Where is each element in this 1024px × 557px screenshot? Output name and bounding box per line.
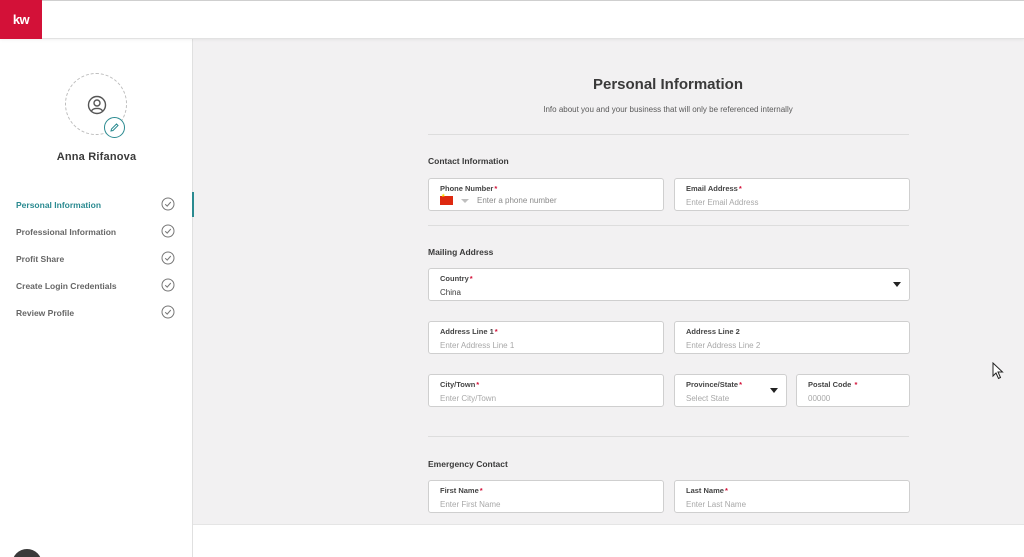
check-circle-icon — [161, 278, 175, 292]
field-label: Phone Number* — [440, 184, 498, 193]
sidebar-item-personal-information[interactable]: Personal Information — [0, 191, 194, 218]
address-line-1-field[interactable]: Address Line 1* Enter Address Line 1 — [428, 321, 664, 354]
sidebar-item-profit-share[interactable]: Profit Share — [0, 245, 193, 272]
main-content: Personal Information Info about you and … — [193, 39, 1024, 524]
section-title-mailing: Mailing Address — [428, 247, 494, 257]
pencil-icon — [110, 123, 119, 132]
section-title-emergency: Emergency Contact — [428, 459, 508, 469]
city-town-input[interactable]: Enter City/Town — [440, 394, 496, 403]
chevron-down-icon[interactable] — [461, 199, 469, 203]
last-name-input[interactable]: Enter Last Name — [686, 500, 746, 509]
country-value: China — [440, 288, 461, 297]
footer-bar — [193, 524, 1024, 557]
field-label: Address Line 2 — [686, 327, 740, 336]
edit-avatar-button[interactable] — [104, 117, 125, 138]
sidebar-item-review-profile[interactable]: Review Profile — [0, 299, 193, 326]
field-label: First Name* — [440, 486, 483, 495]
chevron-down-icon — [770, 388, 778, 393]
page-subtitle: Info about you and your business that wi… — [543, 105, 793, 114]
sidebar-item-label: Review Profile — [16, 307, 75, 318]
field-label: Email Address* — [686, 184, 742, 193]
top-bar: kw — [0, 0, 1024, 39]
address-line-2-input[interactable]: Enter Address Line 2 — [686, 341, 760, 350]
divider — [428, 436, 909, 437]
first-name-field[interactable]: First Name* Enter First Name — [428, 480, 664, 513]
last-name-field[interactable]: Last Name* Enter Last Name — [674, 480, 910, 513]
sidebar-item-label: Professional Information — [16, 226, 117, 237]
logo-text: kw — [12, 12, 30, 27]
page-title: Personal Information — [592, 76, 744, 93]
check-circle-icon — [161, 251, 175, 265]
email-address-field[interactable]: Email Address* Enter Email Address — [674, 178, 910, 211]
phone-number-field[interactable]: Phone Number* Enter a phone number — [428, 178, 664, 211]
divider — [428, 225, 909, 226]
first-name-input[interactable]: Enter First Name — [440, 500, 500, 509]
field-label: Country* — [440, 274, 473, 283]
check-circle-icon — [161, 224, 175, 238]
field-label: Province/State* — [686, 380, 743, 389]
phone-number-input[interactable]: Enter a phone number — [477, 196, 557, 205]
sidebar-item-label: Create Login Credentials — [16, 280, 117, 291]
sidebar-nav: Personal Information Professional Inform… — [0, 191, 194, 326]
user-icon — [87, 95, 107, 115]
address-line-2-field[interactable]: Address Line 2 Enter Address Line 2 — [674, 321, 910, 354]
province-state-select[interactable]: Province/State* Select State — [674, 374, 787, 407]
china-flag-icon[interactable] — [440, 193, 453, 205]
user-name: Anna Rifanova — [56, 151, 137, 163]
postal-code-input[interactable]: 00000 — [808, 394, 830, 403]
divider — [428, 134, 909, 135]
check-circle-icon — [161, 305, 175, 319]
sidebar-item-create-login-credentials[interactable]: Create Login Credentials — [0, 272, 193, 299]
field-label: Last Name* — [686, 486, 728, 495]
section-title-contact: Contact Information — [428, 156, 509, 166]
field-label: Postal Code * — [808, 380, 858, 389]
sidebar-item-label: Personal Information — [16, 199, 102, 210]
check-circle-icon — [161, 197, 175, 211]
field-label: Address Line 1* — [440, 327, 498, 336]
sidebar-item-label: Profit Share — [16, 253, 65, 264]
address-line-1-input[interactable]: Enter Address Line 1 — [440, 341, 514, 350]
mouse-cursor-icon — [992, 362, 1004, 380]
field-label: City/Town* — [440, 380, 480, 389]
province-state-value: Select State — [686, 394, 730, 403]
postal-code-field[interactable]: Postal Code * 00000 — [796, 374, 910, 407]
country-select[interactable]: Country* China — [428, 268, 910, 301]
kw-logo[interactable]: kw — [0, 0, 42, 39]
city-town-field[interactable]: City/Town* Enter City/Town — [428, 374, 664, 407]
sidebar: Anna Rifanova Personal Information Profe… — [0, 39, 194, 557]
chevron-down-icon — [893, 282, 901, 287]
email-address-input[interactable]: Enter Email Address — [686, 198, 758, 207]
sidebar-item-professional-information[interactable]: Professional Information — [0, 218, 193, 245]
top-edge-line — [0, 0, 1024, 1]
